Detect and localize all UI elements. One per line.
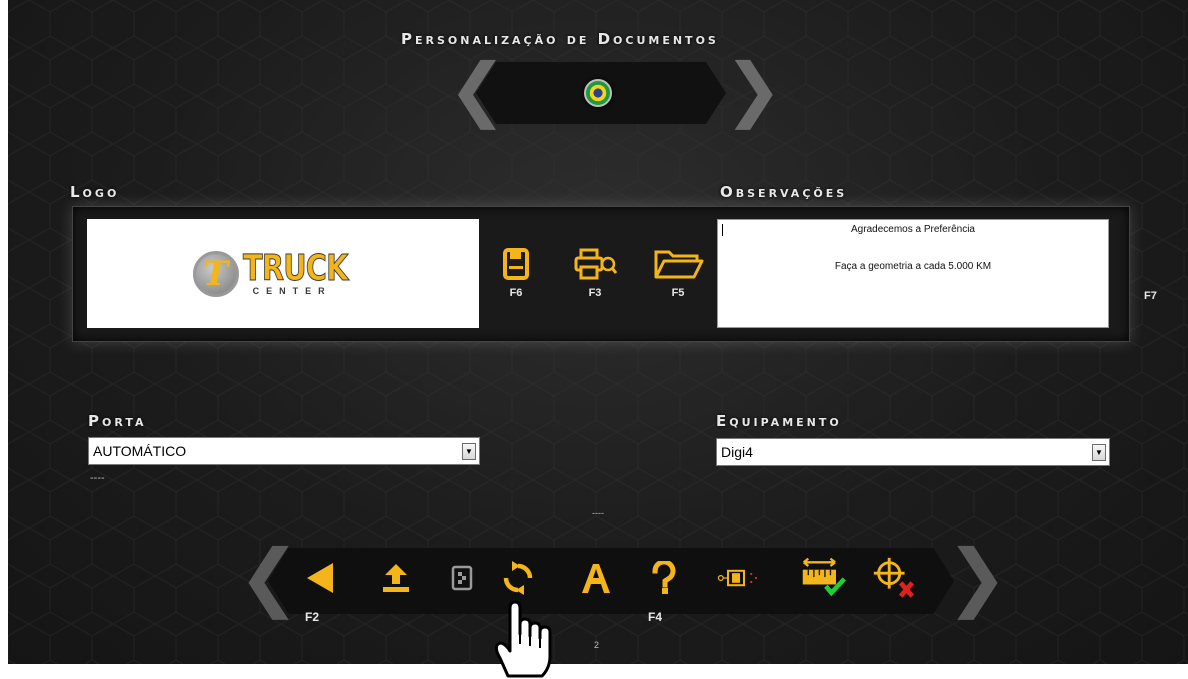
ruler-check-icon (802, 557, 846, 597)
observation-line-1: Agradecemos a Preferência (851, 224, 975, 235)
language-next-chevron-icon[interactable]: ❯ (724, 54, 783, 124)
text-cursor (722, 224, 723, 236)
logo-preview[interactable]: T TRUCK CENTER (87, 219, 479, 328)
save-icon (503, 248, 529, 280)
help-icon (652, 561, 676, 594)
equipamento-label: Equipamento (716, 412, 842, 430)
help-key: F4 (648, 610, 663, 624)
document-icon (451, 565, 473, 591)
language-selector: ❮ ❯ (446, 54, 783, 124)
back-key: F2 (305, 610, 320, 624)
font-icon (582, 564, 610, 593)
observation-line-2: Faça a geometria a cada 5.000 KM (834, 261, 992, 272)
chevron-down-icon[interactable]: ▼ (1092, 444, 1106, 461)
chevron-down-icon[interactable]: ▼ (462, 443, 476, 460)
print-preview-key: F3 (588, 287, 602, 299)
page-indicator: 2 (594, 640, 600, 650)
porta-status: ---- (90, 472, 105, 484)
save-button[interactable]: F6 (491, 247, 541, 299)
upload-icon (383, 564, 409, 592)
font-button[interactable] (572, 556, 620, 600)
porta-label: Porta (88, 412, 147, 430)
refresh-icon (503, 561, 533, 595)
toolbar-next-chevron-icon[interactable]: ❯ (946, 540, 1008, 614)
observations-field[interactable]: Agradecemos a Preferência Faça a geometr… (717, 219, 1109, 328)
help-button[interactable] (640, 556, 688, 600)
target-cancel-icon (873, 557, 915, 598)
company-logo: T TRUCK CENTER (192, 247, 374, 297)
document-button[interactable] (438, 556, 486, 600)
print-preview-icon (574, 248, 617, 280)
document-panel: T TRUCK CENTER F6 F3 F5 Agradecemos a Pr… (72, 206, 1130, 342)
logo-emblem: T (192, 250, 239, 297)
sensor-icon (717, 569, 758, 587)
bottom-toolbar: ❮ ❯ (238, 540, 1008, 620)
logo-section-title: Logo (70, 183, 120, 201)
observations-key[interactable]: F7 (1144, 290, 1157, 302)
brazil-flag-icon[interactable] (584, 79, 612, 107)
center-status: ---- (592, 508, 604, 518)
open-folder-icon (654, 250, 704, 279)
refresh-button[interactable] (494, 556, 542, 600)
back-button[interactable] (296, 556, 344, 600)
equipamento-value: Digi4 (721, 444, 753, 460)
upload-button[interactable] (372, 556, 420, 600)
open-folder-key: F5 (671, 287, 685, 299)
app-window: Personalização de Documentos ❮ ❯ Logo Ob… (8, 0, 1188, 664)
save-key: F6 (509, 287, 523, 299)
equipamento-select[interactable]: Digi4 ▼ (716, 438, 1110, 466)
open-folder-button[interactable]: F5 (653, 247, 704, 299)
print-preview-button[interactable]: F3 (570, 247, 620, 299)
porta-select[interactable]: AUTOMÁTICO ▼ (88, 437, 480, 465)
hand-cursor-icon (494, 600, 552, 678)
sensor-button[interactable] (716, 556, 764, 600)
porta-value: AUTOMÁTICO (93, 443, 187, 459)
observations-section-title: Observações (720, 183, 848, 201)
page-title: Personalização de Documentos (401, 30, 719, 48)
logo-name: TRUCK (242, 247, 348, 289)
ruler-check-button[interactable] (800, 556, 848, 600)
back-arrow-icon (307, 563, 333, 593)
target-cancel-button[interactable] (870, 556, 918, 600)
